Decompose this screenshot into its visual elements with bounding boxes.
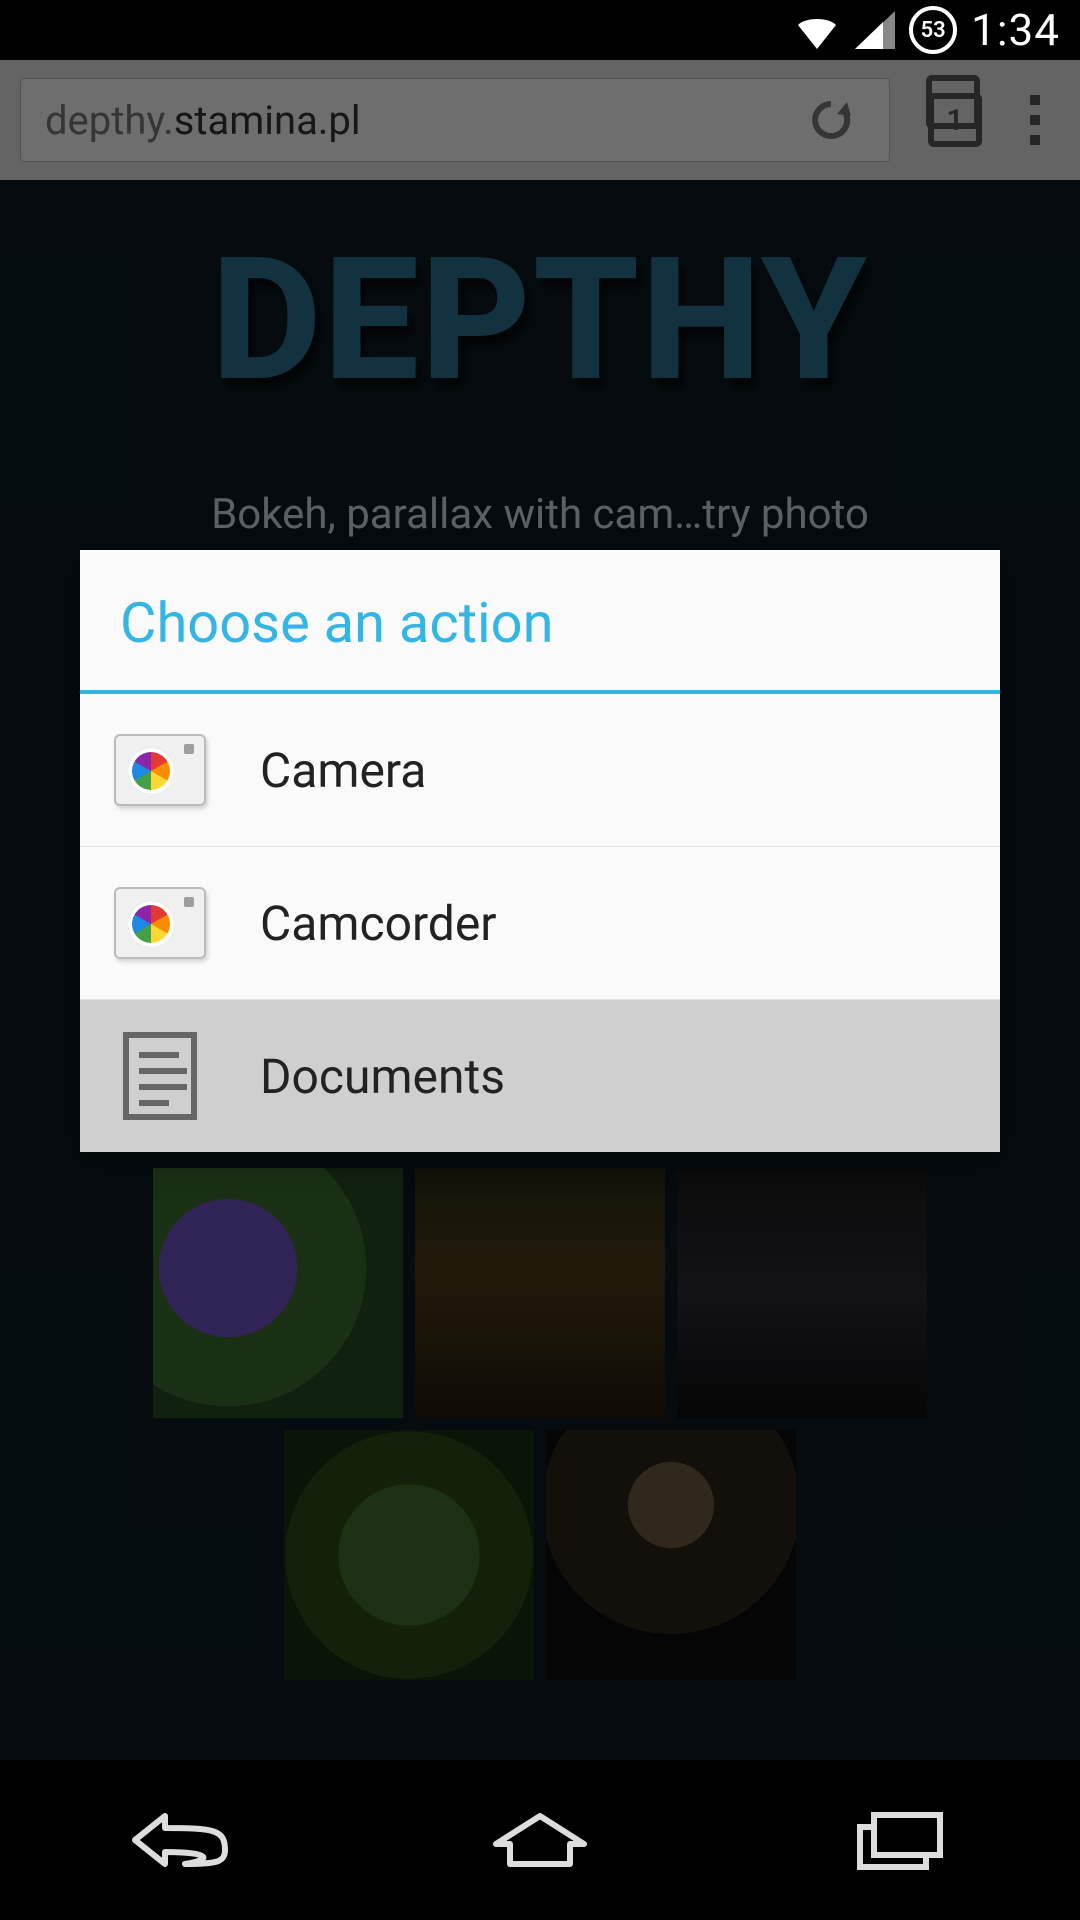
recents-button[interactable] (830, 1800, 970, 1880)
battery-indicator: 53 (909, 6, 957, 54)
dialog-item-camera[interactable]: Camera (80, 694, 1000, 847)
dialog-item-label: Documents (260, 1048, 505, 1105)
home-button[interactable] (470, 1800, 610, 1880)
wifi-icon (793, 11, 841, 49)
dialog-title: Choose an action (80, 550, 1000, 694)
clock: 1:34 (971, 4, 1060, 56)
status-bar: 53 1:34 (0, 0, 1080, 60)
dialog-item-camcorder[interactable]: Camcorder (80, 847, 1000, 1000)
battery-percent: 53 (909, 6, 957, 54)
action-chooser-dialog: Choose an action Camera Camcorder Docume… (80, 550, 1000, 1152)
document-icon (110, 1026, 210, 1126)
navigation-bar (0, 1760, 1080, 1920)
cell-signal-icon (855, 11, 895, 49)
dialog-item-label: Camcorder (260, 895, 497, 952)
camera-icon (110, 873, 210, 973)
back-button[interactable] (110, 1800, 250, 1880)
dialog-item-documents[interactable]: Documents (80, 1000, 1000, 1152)
dialog-item-label: Camera (260, 742, 426, 799)
camera-icon (110, 720, 210, 820)
